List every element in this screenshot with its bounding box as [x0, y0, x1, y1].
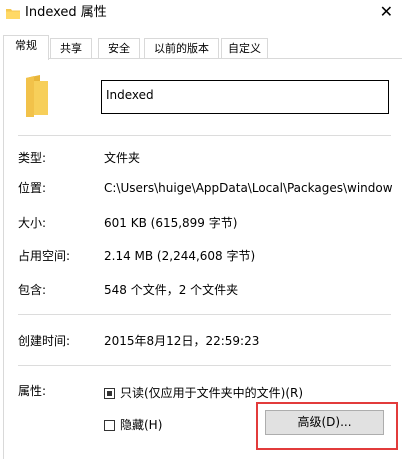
hidden-checkbox[interactable]: [104, 420, 115, 431]
divider: [18, 365, 391, 366]
attributes-label: 属性:: [18, 384, 47, 398]
location-value: C:\Users\huige\AppData\Local\Packages\wi…: [104, 181, 393, 195]
window-title: Indexed 属性: [25, 5, 107, 20]
folder-name-input[interactable]: Indexed: [101, 80, 389, 114]
tab-bar: 常规 共享 安全 以前的版本 自定义: [0, 35, 403, 60]
size-value: 601 KB (615,899 字节): [104, 216, 238, 230]
created-label: 创建时间:: [18, 334, 71, 348]
large-folder-icon: [22, 75, 50, 117]
readonly-label[interactable]: 只读(仅应用于文件夹中的文件)(R): [120, 385, 303, 401]
size-label: 大小:: [18, 216, 47, 230]
created-value: 2015年8月12日，22:59:23: [104, 334, 260, 348]
tab-customize[interactable]: 自定义: [221, 38, 268, 59]
advanced-button[interactable]: 高级(D)...: [265, 410, 384, 435]
title-bar: Indexed 属性 ✕: [0, 0, 403, 30]
divider: [18, 135, 391, 136]
close-icon[interactable]: ✕: [380, 3, 393, 21]
size-on-disk-value: 2.14 MB (2,244,608 字节): [104, 249, 256, 263]
divider: [18, 314, 391, 315]
contains-label: 包含:: [18, 283, 47, 297]
tab-previous-versions[interactable]: 以前的版本: [144, 38, 219, 59]
tab-general[interactable]: 常规: [3, 35, 49, 60]
type-value: 文件夹: [104, 151, 141, 165]
contains-value: 548 个文件，2 个文件夹: [104, 283, 239, 297]
hidden-label[interactable]: 隐藏(H): [120, 417, 162, 433]
folder-icon: [6, 8, 20, 19]
location-label: 位置:: [18, 181, 47, 195]
tab-security[interactable]: 安全: [98, 38, 140, 59]
type-label: 类型:: [18, 151, 47, 165]
size-on-disk-label: 占用空间:: [18, 249, 71, 263]
readonly-checkbox[interactable]: [104, 388, 115, 399]
tab-sharing[interactable]: 共享: [50, 38, 92, 59]
